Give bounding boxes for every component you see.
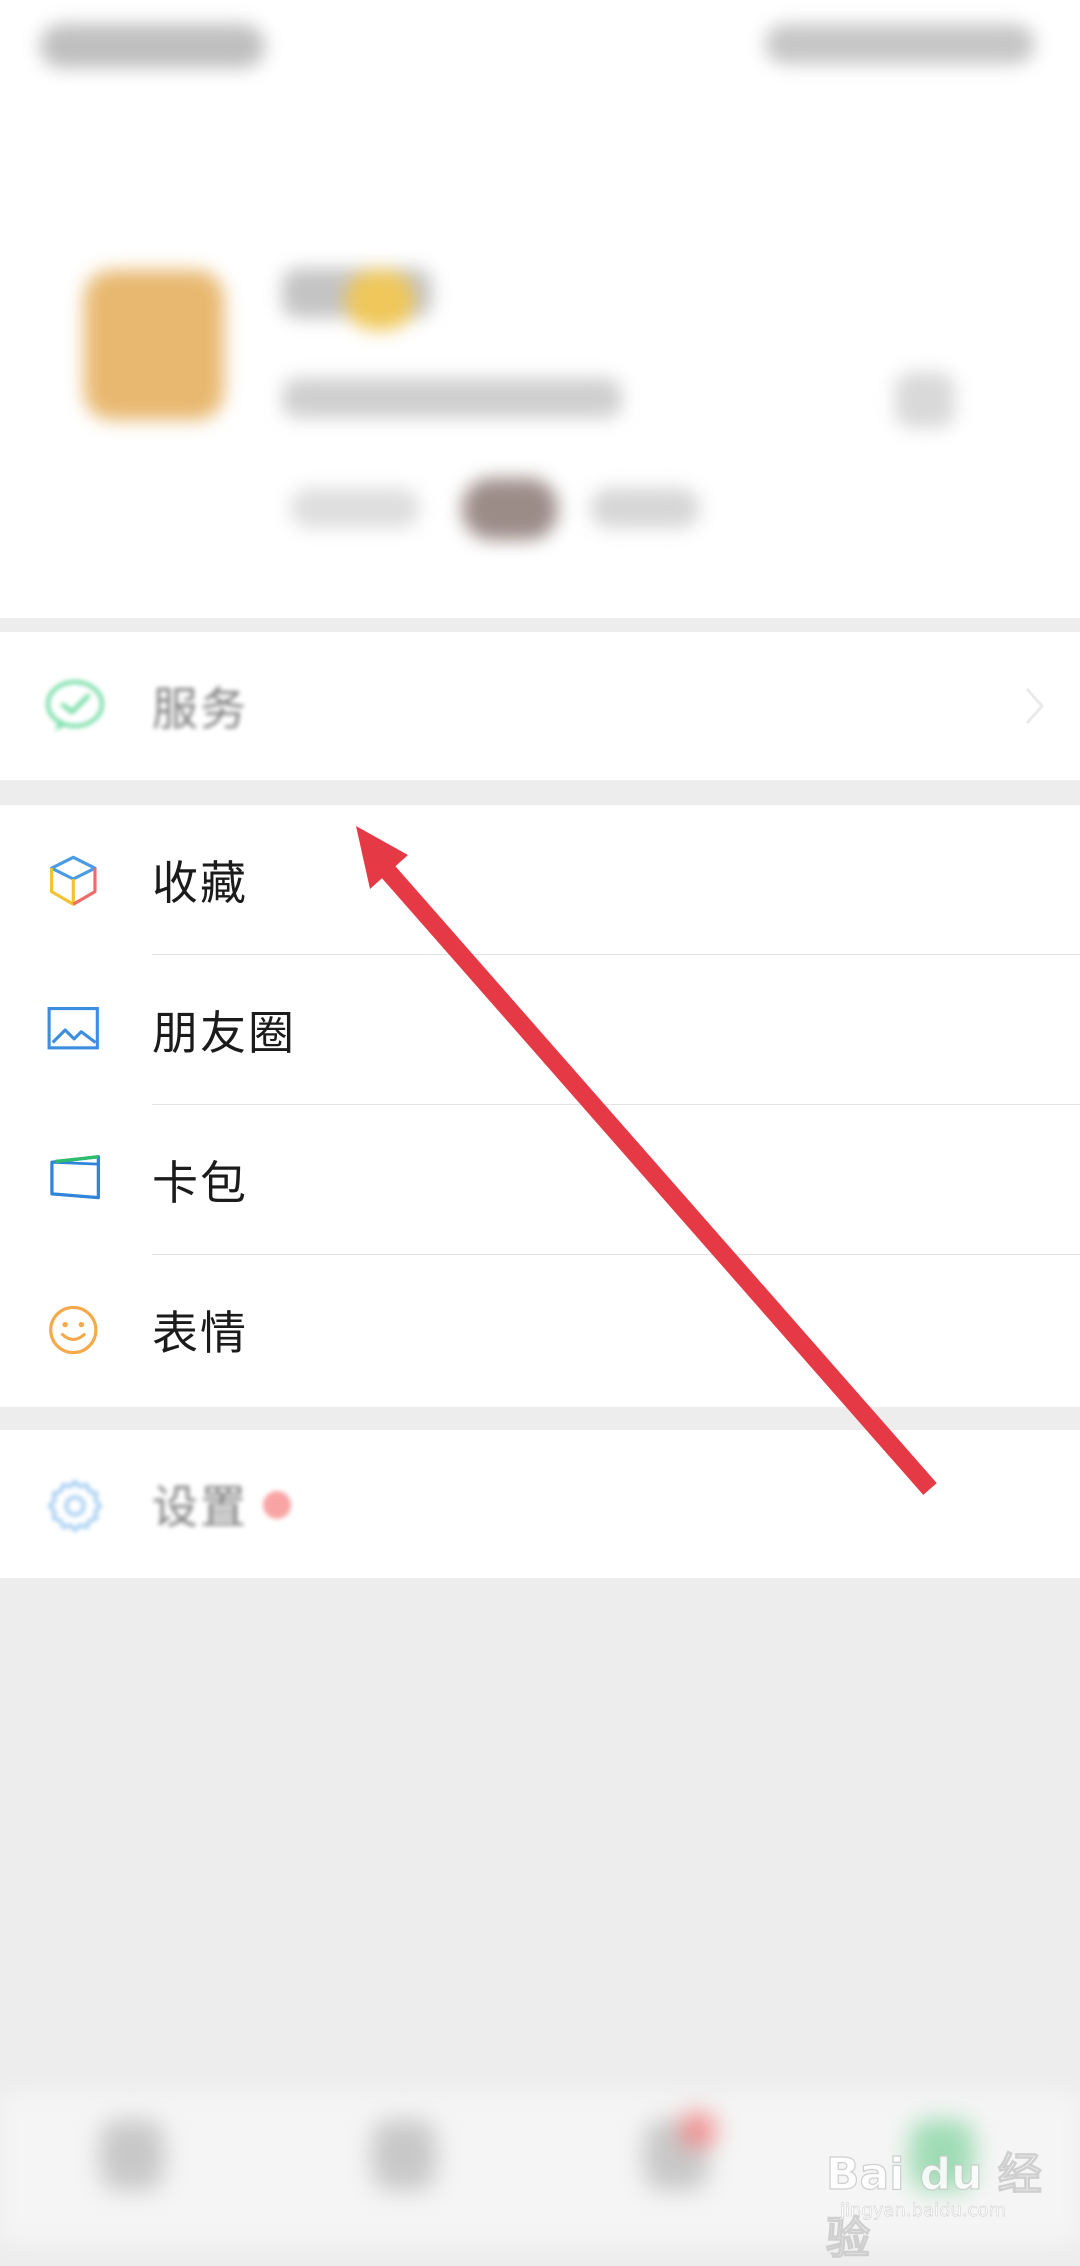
- qr-code-icon[interactable]: [895, 372, 955, 428]
- chevron-right-icon: [1025, 688, 1045, 724]
- gear-icon: [48, 1480, 102, 1532]
- settings-label: 设置: [152, 1480, 248, 1534]
- menu-item-moments[interactable]: 朋友圈: [0, 955, 1080, 1105]
- favorites-label: 收藏: [152, 856, 248, 910]
- tab-contacts-icon[interactable]: [372, 2120, 436, 2190]
- menu-item-stickers[interactable]: 表情: [0, 1255, 1080, 1405]
- menu-item-services[interactable]: 服务: [0, 632, 1080, 780]
- menu-item-favorites[interactable]: 收藏: [0, 805, 1080, 955]
- watermark-url: jingyan.baidu.com: [840, 2200, 1007, 2221]
- services-label: 服务: [152, 682, 248, 736]
- status-pill[interactable]: [290, 488, 420, 528]
- cards-label: 卡包: [152, 1156, 248, 1210]
- friend-avatar: [462, 478, 558, 540]
- smiley-face-icon: [49, 1305, 98, 1355]
- baidu-jingyan-watermark: Bai du 经验 jingyan.baidu.com: [825, 2126, 1066, 2264]
- tab-badge: [680, 2112, 716, 2148]
- nickname-badge: [345, 270, 415, 330]
- main-menu-card: 收藏 朋友圈 卡包 表情: [0, 805, 1080, 1407]
- avatar[interactable]: [84, 270, 224, 420]
- profile-blurred-content: [0, 0, 1080, 618]
- profile-header: [0, 0, 1080, 618]
- wechat-id: [282, 378, 622, 418]
- status-text: [590, 488, 700, 528]
- card-wallet-icon: [50, 1155, 100, 1200]
- moments-picture-icon: [47, 1007, 99, 1050]
- notification-badge: [263, 1491, 291, 1519]
- settings-card: 设置: [0, 1430, 1080, 1578]
- status-bar-right: [765, 24, 1035, 64]
- wechat-pay-icon: [46, 680, 104, 731]
- moments-label: 朋友圈: [152, 1006, 296, 1060]
- tab-chats-icon[interactable]: [100, 2120, 164, 2190]
- menu-item-cards[interactable]: 卡包: [0, 1105, 1080, 1255]
- status-bar-left: [40, 24, 265, 68]
- services-card: 服务: [0, 632, 1080, 780]
- favorites-cube-icon: [50, 855, 97, 906]
- stickers-label: 表情: [152, 1306, 248, 1360]
- menu-item-settings[interactable]: 设置: [0, 1430, 1080, 1578]
